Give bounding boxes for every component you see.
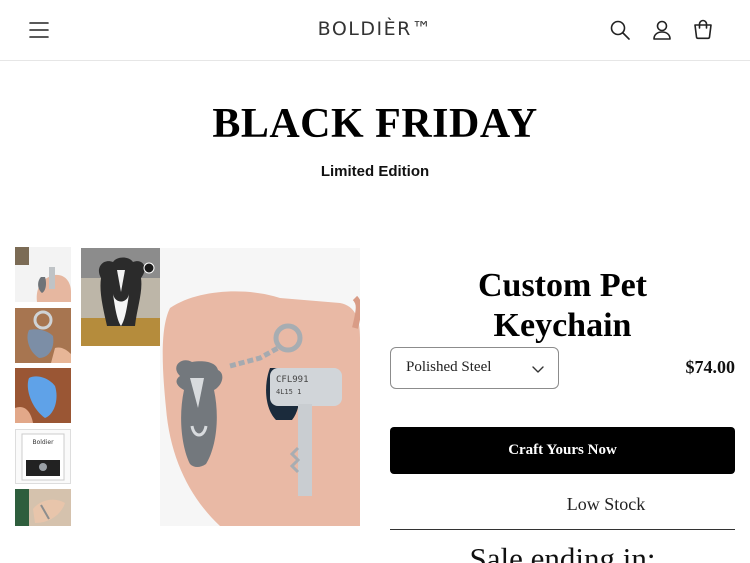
page-title: BLACK FRIDAY: [212, 101, 538, 147]
gallery-thumbnail[interactable]: [15, 247, 71, 302]
product-price: $74.00: [685, 357, 736, 377]
variant-select[interactable]: Polished Steel: [390, 347, 559, 389]
chevron-down-icon: [531, 362, 545, 376]
sale-countdown-heading: Sale ending in:: [469, 541, 656, 563]
product-title-line: Custom Pet: [477, 267, 648, 304]
page-subtitle: Limited Edition: [320, 163, 430, 180]
dog-photo-image: [81, 248, 160, 346]
main-product-image[interactable]: CFL991 4L15 1: [160, 248, 360, 526]
gallery-thumbnail[interactable]: Boldier: [15, 429, 71, 484]
cart-icon[interactable]: [692, 19, 714, 41]
stock-status: Low Stock: [566, 494, 646, 514]
brand-logo[interactable]: BOLDIÈR™: [0, 18, 750, 40]
box-brand-label: Boldier: [32, 439, 54, 446]
svg-text:CFL991: CFL991: [276, 375, 309, 385]
product-title: Custom Pet Keychain: [390, 266, 735, 346]
craft-yours-now-button[interactable]: Craft Yours Now: [390, 427, 735, 474]
svg-text:4L15 1: 4L15 1: [276, 388, 301, 396]
gallery-thumbnail[interactable]: [15, 308, 71, 363]
site-header: BOLDIÈR™: [0, 0, 750, 61]
gallery-thumbnail[interactable]: [15, 489, 71, 526]
gallery-thumbnail[interactable]: [15, 368, 71, 423]
account-icon[interactable]: [651, 19, 673, 41]
divider: [390, 529, 735, 530]
variant-selected-value: Polished Steel: [406, 359, 492, 375]
product-title-line: Keychain: [493, 307, 632, 344]
search-icon[interactable]: [609, 19, 631, 41]
